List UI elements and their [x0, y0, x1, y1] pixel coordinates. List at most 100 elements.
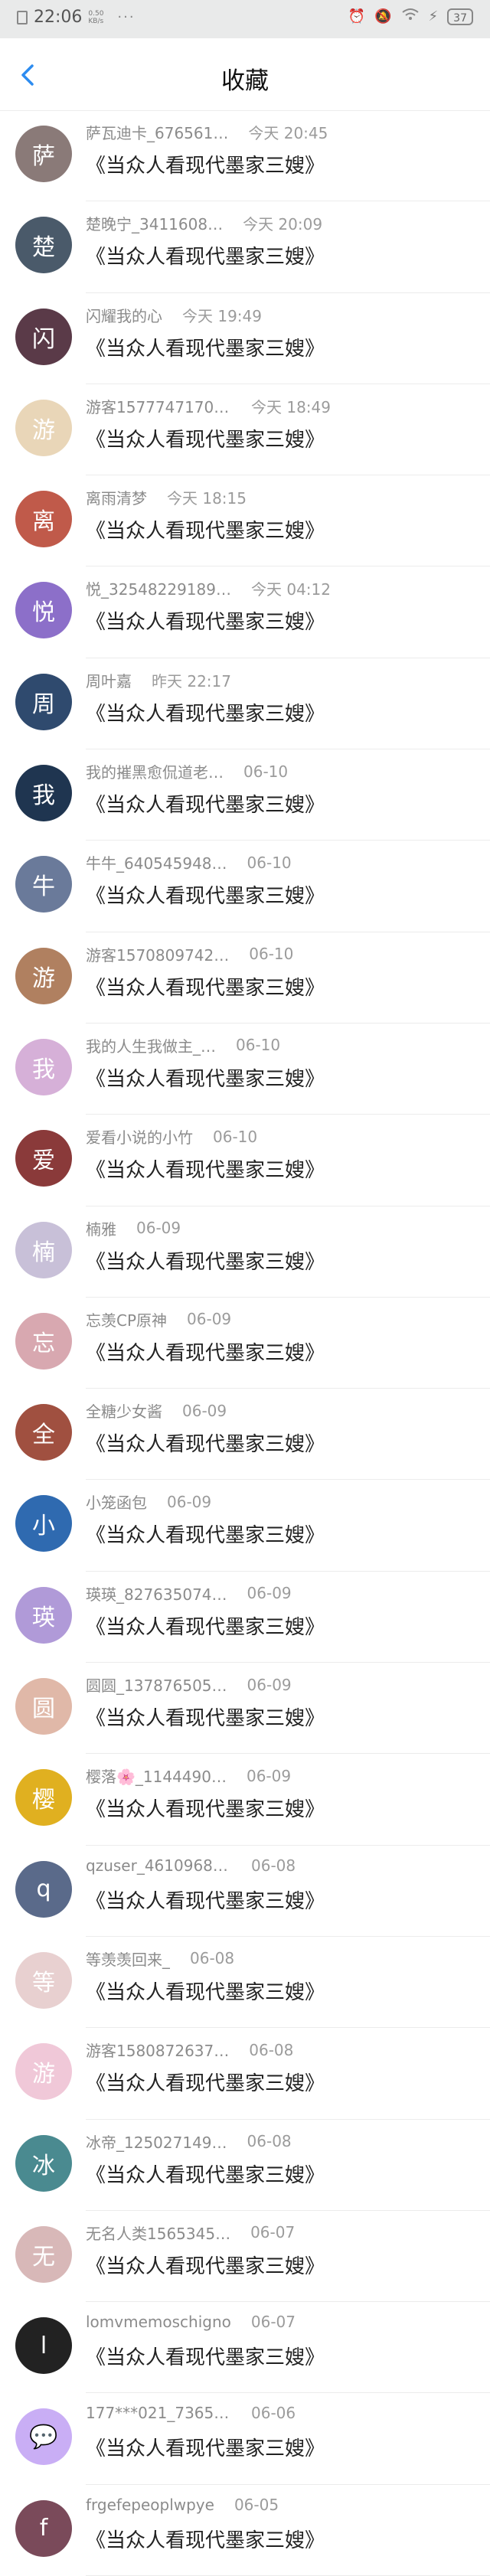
book-title[interactable]: 《当众人看现代墨家三嫂》 — [86, 2160, 325, 2188]
book-title[interactable]: 《当众人看现代墨家三嫂》 — [86, 1977, 325, 2005]
avatar[interactable]: 💬 — [15, 2408, 72, 2466]
avatar[interactable]: 等 — [15, 1951, 72, 2009]
avatar[interactable]: f — [15, 2499, 72, 2557]
avatar[interactable]: q — [15, 1860, 72, 1918]
list-item[interactable]: 圆圆圆_137876505… 06-09 《当众人看现代墨家三嫂》 — [0, 1663, 490, 1755]
avatar[interactable]: 无 — [15, 2225, 72, 2283]
username[interactable]: 我的摧黑愈侃道老… — [86, 760, 224, 782]
list-item[interactable]: q qzuser_461096801 06-08 《当众人看现代墨家三嫂》 — [0, 1846, 490, 1938]
list-item[interactable]: 游游客1580872637… 06-08 《当众人看现代墨家三嫂》 — [0, 2028, 490, 2120]
book-title[interactable]: 《当众人看现代墨家三嫂》 — [86, 241, 325, 269]
book-title[interactable]: 《当众人看现代墨家三嫂》 — [86, 1428, 325, 1457]
list-item[interactable]: 游游客1570809742… 06-10 《当众人看现代墨家三嫂》 — [0, 932, 490, 1024]
book-title[interactable]: 《当众人看现代墨家三嫂》 — [86, 2068, 325, 2096]
list-item[interactable]: 💬 177***021_73651… 06-06 《当众人看现代墨家三嫂》 — [0, 2393, 490, 2486]
avatar[interactable]: 小 — [15, 1495, 72, 1552]
avatar[interactable]: 闪 — [15, 308, 72, 365]
book-title[interactable]: 《当众人看现代墨家三嫂》 — [86, 2433, 325, 2461]
username[interactable]: 冰帝_125027149… — [86, 2130, 227, 2153]
book-title[interactable]: 《当众人看现代墨家三嫂》 — [86, 1794, 325, 1822]
avatar[interactable]: 周 — [15, 673, 72, 730]
book-title[interactable]: 《当众人看现代墨家三嫂》 — [86, 333, 325, 361]
username[interactable]: 小笼函包 — [86, 1490, 147, 1513]
list-item[interactable]: 冰冰帝_125027149… 06-08 《当众人看现代墨家三嫂》 — [0, 2120, 490, 2212]
avatar[interactable]: 瑛 — [15, 1586, 72, 1644]
book-title[interactable]: 《当众人看现代墨家三嫂》 — [86, 2342, 325, 2370]
avatar[interactable]: 爱 — [15, 1130, 72, 1187]
avatar[interactable]: 我 — [15, 1038, 72, 1095]
list-item[interactable]: 我我的摧黑愈侃道老… 06-10 《当众人看现代墨家三嫂》 — [0, 749, 490, 841]
avatar[interactable]: 樱 — [15, 1769, 72, 1827]
avatar[interactable]: 悦 — [15, 582, 72, 639]
username[interactable]: 游客1570809742… — [86, 943, 229, 965]
avatar[interactable]: 游 — [15, 947, 72, 1004]
book-title[interactable]: 《当众人看现代墨家三嫂》 — [86, 1337, 325, 1366]
username[interactable]: 萨瓦迪卡_676561… — [86, 121, 228, 143]
list-item[interactable]: 等等羡羡回来_ 06-08 《当众人看现代墨家三嫂》 — [0, 1937, 490, 2029]
avatar[interactable]: 游 — [15, 2043, 72, 2101]
username[interactable]: 游客1577747170586 — [86, 395, 231, 417]
avatar[interactable]: 圆 — [15, 1678, 72, 1735]
avatar[interactable]: l — [15, 2317, 72, 2375]
list-item[interactable]: 樱樱落🌸_1144490… 06-09 《当众人看现代墨家三嫂》 — [0, 1754, 490, 1846]
list-item[interactable]: 忘忘羡CP原神 06-09 《当众人看现代墨家三嫂》 — [0, 1298, 490, 1389]
book-title[interactable]: 《当众人看现代墨家三嫂》 — [86, 880, 325, 909]
username[interactable]: 牛牛_640545948… — [86, 851, 227, 873]
list-item[interactable]: 萨萨瓦迪卡_676561… 今天 20:45 《当众人看现代墨家三嫂》 — [0, 110, 490, 202]
username[interactable]: 游客1580872637… — [86, 2039, 229, 2061]
list-item[interactable]: 全全糖少女酱 06-09 《当众人看现代墨家三嫂》 — [0, 1389, 490, 1481]
list-item[interactable]: 瑛瑛瑛_827635074… 06-09 《当众人看现代墨家三嫂》 — [0, 1572, 490, 1663]
username[interactable]: 爱看小说的小竹 — [86, 1125, 193, 1148]
list-item[interactable]: 小小笼函包 06-09 《当众人看现代墨家三嫂》 — [0, 1480, 490, 1572]
book-title[interactable]: 《当众人看现代墨家三嫂》 — [86, 1703, 325, 1731]
avatar[interactable]: 全 — [15, 1404, 72, 1461]
list-item[interactable]: 悦悦_32548229189… 今天 04:12 《当众人看现代墨家三嫂》 — [0, 566, 490, 659]
username[interactable]: 等羡羡回来_ — [86, 1948, 170, 1970]
username[interactable]: 离雨清梦 — [86, 486, 147, 508]
username[interactable]: frgefepeoplwpye — [86, 2496, 214, 2514]
book-title[interactable]: 《当众人看现代墨家三嫂》 — [86, 424, 325, 452]
username[interactable]: 177***021_73651… — [86, 2404, 231, 2422]
list-item[interactable]: 我我的人生我做主_… 06-10 《当众人看现代墨家三嫂》 — [0, 1024, 490, 1115]
avatar[interactable]: 游 — [15, 399, 72, 456]
book-title[interactable]: 《当众人看现代墨家三嫂》 — [86, 1246, 325, 1275]
avatar[interactable]: 忘 — [15, 1312, 72, 1370]
book-title[interactable]: 《当众人看现代墨家三嫂》 — [86, 1063, 325, 1092]
list-item[interactable]: 牛牛牛_640545948… 06-10 《当众人看现代墨家三嫂》 — [0, 841, 490, 932]
username[interactable]: 楚晚宁_3411608… — [86, 212, 223, 234]
avatar[interactable]: 离 — [15, 491, 72, 548]
list-item[interactable]: 楠楠雅 06-09 《当众人看现代墨家三嫂》 — [0, 1206, 490, 1298]
username[interactable]: 忘羡CP原神 — [86, 1308, 167, 1330]
book-title[interactable]: 《当众人看现代墨家三嫂》 — [86, 606, 325, 635]
book-title[interactable]: 《当众人看现代墨家三嫂》 — [86, 698, 325, 726]
list-item[interactable]: f frgefepeoplwpye 06-05 《当众人看现代墨家三嫂》 — [0, 2485, 490, 2576]
username[interactable]: lomvmemoschigno — [86, 2313, 231, 2331]
book-title[interactable]: 《当众人看现代墨家三嫂》 — [86, 1154, 325, 1183]
list-item[interactable]: 闪闪耀我的心 今天 19:49 《当众人看现代墨家三嫂》 — [0, 293, 490, 385]
book-title[interactable]: 《当众人看现代墨家三嫂》 — [86, 2251, 325, 2279]
username[interactable]: 瑛瑛_827635074… — [86, 1582, 227, 1605]
list-item[interactable]: 离离雨清梦 今天 18:15 《当众人看现代墨家三嫂》 — [0, 475, 490, 567]
username[interactable]: 闪耀我的心 — [86, 304, 162, 326]
book-title[interactable]: 《当众人看现代墨家三嫂》 — [86, 1611, 325, 1640]
username[interactable]: 周叶嘉 — [86, 669, 132, 691]
list-item[interactable]: 无无名人类1565345… 06-07 《当众人看现代墨家三嫂》 — [0, 2211, 490, 2303]
username[interactable]: 我的人生我做主_… — [86, 1034, 216, 1056]
book-title[interactable]: 《当众人看现代墨家三嫂》 — [86, 1520, 325, 1548]
username[interactable]: 樱落🌸_1144490… — [86, 1765, 227, 1787]
username[interactable]: 无名人类1565345… — [86, 2222, 230, 2244]
username[interactable]: 悦_32548229189… — [86, 577, 231, 599]
book-title[interactable]: 《当众人看现代墨家三嫂》 — [86, 1885, 325, 1914]
book-title[interactable]: 《当众人看现代墨家三嫂》 — [86, 972, 325, 1001]
list-item[interactable]: 楚楚晚宁_3411608… 今天 20:09 《当众人看现代墨家三嫂》 — [0, 201, 490, 293]
book-title[interactable]: 《当众人看现代墨家三嫂》 — [86, 789, 325, 818]
avatar[interactable]: 我 — [15, 765, 72, 822]
list-item[interactable]: 爱爱看小说的小竹 06-10 《当众人看现代墨家三嫂》 — [0, 1115, 490, 1206]
book-title[interactable]: 《当众人看现代墨家三嫂》 — [86, 515, 325, 544]
book-title[interactable]: 《当众人看现代墨家三嫂》 — [86, 150, 325, 178]
avatar[interactable]: 萨 — [15, 126, 72, 182]
book-title[interactable]: 《当众人看现代墨家三嫂》 — [86, 2525, 325, 2553]
list-item[interactable]: l lomvmemoschigno 06-07 《当众人看现代墨家三嫂》 — [0, 2302, 490, 2394]
list-item[interactable]: 周周叶嘉 昨天 22:17 《当众人看现代墨家三嫂》 — [0, 658, 490, 750]
avatar[interactable]: 楚 — [15, 217, 72, 274]
